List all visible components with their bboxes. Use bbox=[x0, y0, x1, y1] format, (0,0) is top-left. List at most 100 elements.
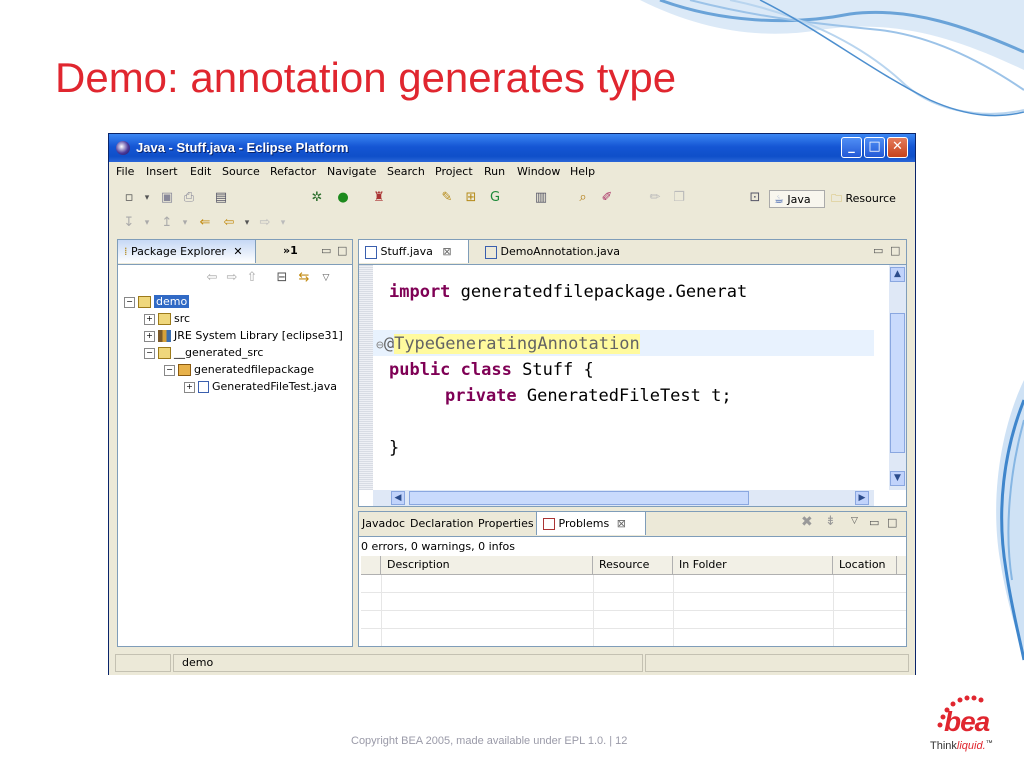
maximize-view-icon[interactable]: □ bbox=[890, 244, 900, 257]
horizontal-scrollbar[interactable]: ◀ ▶ bbox=[373, 490, 874, 506]
menu-source[interactable]: Source bbox=[222, 165, 260, 178]
dropdown-arrow-icon[interactable]: ▾ bbox=[177, 215, 193, 231]
horizontal-scroll-thumb[interactable] bbox=[409, 491, 749, 505]
filter-icon[interactable]: ⇟ bbox=[825, 514, 836, 529]
close-icon[interactable]: ✕ bbox=[233, 245, 242, 258]
code-line-1[interactable]: import generatedfilepackage.Generat bbox=[389, 282, 747, 302]
expand-toggle[interactable]: + bbox=[184, 381, 195, 393]
scroll-right-icon[interactable]: ▶ bbox=[855, 491, 869, 505]
dropdown-arrow-icon[interactable]: ▾ bbox=[139, 190, 155, 206]
tree-item-generatedfiletest[interactable]: + GeneratedFileTest.java bbox=[184, 379, 337, 395]
view-menu-icon[interactable]: ▽ bbox=[851, 516, 858, 526]
column-location[interactable]: Location bbox=[833, 556, 897, 574]
view-overflow-indicator[interactable]: »1 bbox=[283, 244, 298, 257]
tab-declaration[interactable]: Declaration bbox=[407, 512, 476, 535]
fold-icon[interactable]: ⊖ bbox=[376, 338, 384, 353]
run-icon[interactable]: ● bbox=[335, 190, 351, 206]
dropdown-arrow-icon[interactable]: ▾ bbox=[239, 215, 255, 231]
scroll-up-icon[interactable]: ▲ bbox=[890, 267, 905, 282]
vertical-scrollbar[interactable]: ▲ ▼ bbox=[889, 265, 906, 490]
print-icon[interactable]: ⎙ bbox=[181, 190, 197, 206]
code-line-4[interactable]: private GeneratedFileTest t; bbox=[445, 386, 732, 406]
menu-insert[interactable]: Insert bbox=[146, 165, 178, 178]
tab-problems[interactable]: Problems ⊠ bbox=[536, 512, 646, 535]
new-icon[interactable]: ▫ bbox=[121, 190, 137, 206]
menu-refactor[interactable]: Refactor bbox=[270, 165, 316, 178]
tree-item-jre-library[interactable]: + JRE System Library [eclipse31] bbox=[144, 328, 343, 344]
menu-run[interactable]: Run bbox=[484, 165, 505, 178]
pen-icon[interactable]: ✐ bbox=[599, 190, 615, 206]
collapse-toggle[interactable]: − bbox=[124, 296, 135, 308]
next-annotation-icon[interactable]: ↥ bbox=[159, 215, 175, 231]
open-perspective-icon[interactable]: ⊡ bbox=[747, 190, 763, 206]
scroll-left-icon[interactable]: ◀ bbox=[391, 491, 405, 505]
code-line-3[interactable]: public class Stuff { bbox=[389, 360, 594, 380]
close-icon[interactable]: ⊠ bbox=[442, 245, 451, 258]
new-java-project-icon[interactable]: ✎ bbox=[439, 190, 455, 206]
column-in-folder[interactable]: In Folder bbox=[673, 556, 833, 574]
expand-toggle[interactable]: + bbox=[144, 313, 155, 325]
collapse-toggle[interactable]: − bbox=[164, 364, 175, 376]
column-description[interactable]: Description bbox=[381, 556, 593, 574]
marker-icon[interactable]: ✏ bbox=[647, 190, 663, 206]
maximize-button[interactable]: □ bbox=[864, 137, 885, 158]
minimize-view-icon[interactable]: ▭ bbox=[869, 516, 879, 529]
vertical-scroll-thumb[interactable] bbox=[890, 313, 905, 453]
tab-package-explorer[interactable]: ⁞ Package Explorer ✕ bbox=[118, 240, 256, 263]
forward-icon[interactable]: ⇨ bbox=[224, 270, 240, 286]
new-package-icon[interactable]: ⊞ bbox=[463, 190, 479, 206]
tab-javadoc[interactable]: Javadoc bbox=[359, 512, 408, 535]
forward-icon[interactable]: ⇨ bbox=[257, 215, 273, 231]
maximize-view-icon[interactable]: □ bbox=[887, 516, 897, 529]
java-perspective-button[interactable]: ☕ Java bbox=[769, 190, 825, 208]
up-icon[interactable]: ⇧ bbox=[244, 270, 260, 286]
resource-perspective-button[interactable]: 🗀 Resource bbox=[831, 190, 896, 208]
tree-item-src[interactable]: + src bbox=[144, 311, 190, 327]
tree-item-generatedfilepackage[interactable]: − generatedfilepackage bbox=[164, 362, 314, 378]
search-icon[interactable]: ⌕ bbox=[575, 190, 591, 206]
delete-icon[interactable]: ✖ bbox=[801, 514, 813, 530]
code-line-5[interactable]: } bbox=[389, 438, 399, 458]
save-icon[interactable]: ▣ bbox=[159, 190, 175, 206]
menu-search[interactable]: Search bbox=[387, 165, 425, 178]
menu-project[interactable]: Project bbox=[435, 165, 473, 178]
scroll-down-icon[interactable]: ▼ bbox=[890, 471, 905, 486]
back-icon[interactable]: ⇦ bbox=[221, 215, 237, 231]
maximize-view-icon[interactable]: □ bbox=[337, 244, 347, 257]
binary-file-icon[interactable]: ▤ bbox=[213, 190, 229, 206]
last-edit-location-icon[interactable]: ⇐ bbox=[197, 215, 213, 231]
view-menu-icon[interactable]: ▽ bbox=[318, 270, 334, 286]
expand-toggle[interactable]: + bbox=[144, 330, 155, 342]
menu-navigate[interactable]: Navigate bbox=[327, 165, 376, 178]
menu-file[interactable]: File bbox=[116, 165, 134, 178]
window-titlebar[interactable]: Java - Stuff.java - Eclipse Platform _ □… bbox=[109, 134, 915, 162]
menu-help[interactable]: Help bbox=[570, 165, 595, 178]
tab-properties[interactable]: Properties bbox=[475, 512, 537, 535]
collapse-all-icon[interactable]: ⊟ bbox=[274, 270, 290, 286]
code-line-2[interactable]: ⊖@TypeGeneratingAnnotation bbox=[376, 334, 640, 354]
tab-demoannotation-java[interactable]: DemoAnnotation.java bbox=[479, 240, 626, 263]
dropdown-arrow-icon[interactable]: ▾ bbox=[139, 215, 155, 231]
link-with-editor-icon[interactable]: ⇆ bbox=[296, 270, 312, 286]
open-type-icon[interactable]: ▥ bbox=[533, 190, 549, 206]
prev-annotation-icon[interactable]: ↧ bbox=[121, 215, 137, 231]
back-icon[interactable]: ⇦ bbox=[204, 270, 220, 286]
tree-item-demo[interactable]: − demo bbox=[124, 294, 190, 310]
minimize-view-icon[interactable]: ▭ bbox=[321, 244, 331, 257]
minimize-button[interactable]: _ bbox=[841, 137, 862, 158]
tree-item-generated-src[interactable]: − __generated_src bbox=[144, 345, 263, 361]
column-icon-header[interactable] bbox=[361, 556, 381, 574]
external-tools-icon[interactable]: ♜ bbox=[371, 190, 387, 206]
copy-icon[interactable]: ❐ bbox=[671, 190, 687, 206]
close-button[interactable]: ✕ bbox=[887, 137, 908, 158]
minimize-view-icon[interactable]: ▭ bbox=[873, 244, 883, 257]
tab-stuff-java[interactable]: Stuff.java ⊠ bbox=[359, 240, 469, 263]
menu-window[interactable]: Window bbox=[517, 165, 560, 178]
close-icon[interactable]: ⊠ bbox=[617, 517, 626, 530]
new-class-icon[interactable]: G bbox=[487, 190, 503, 206]
collapse-toggle[interactable]: − bbox=[144, 347, 155, 359]
column-resource[interactable]: Resource bbox=[593, 556, 673, 574]
dropdown-arrow-icon[interactable]: ▾ bbox=[275, 215, 291, 231]
debug-icon[interactable]: ✲ bbox=[309, 190, 325, 206]
menu-edit[interactable]: Edit bbox=[190, 165, 211, 178]
